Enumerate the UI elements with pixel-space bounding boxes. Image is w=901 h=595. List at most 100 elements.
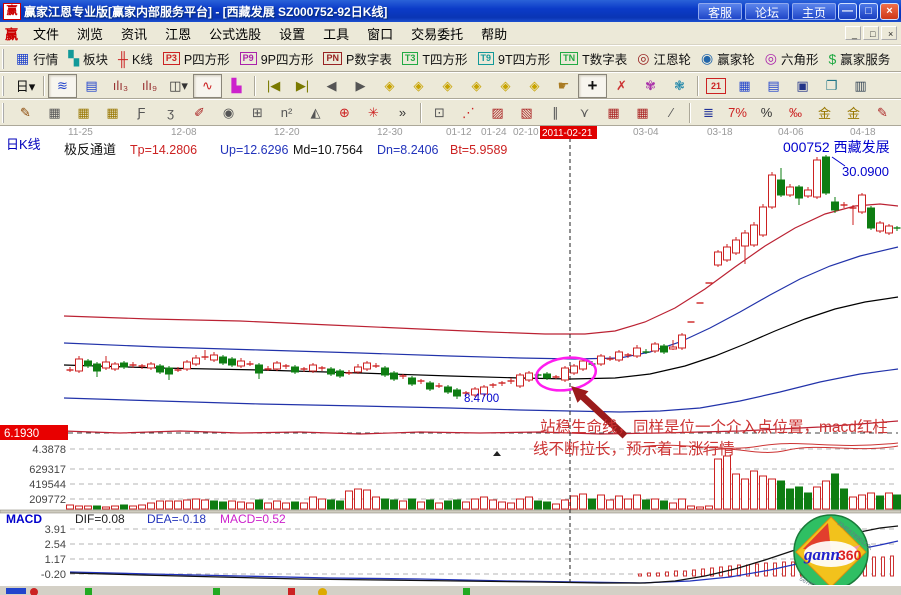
menu-item-工具[interactable]: 工具	[314, 22, 358, 45]
calculator-icon[interactable]: ▦	[730, 74, 759, 98]
next-bar-button[interactable]: ▶	[346, 74, 375, 98]
menu-item-设置[interactable]: 设置	[270, 22, 314, 45]
prev-bar-button[interactable]: ◀	[317, 74, 346, 98]
candle-body	[112, 364, 119, 369]
petal-tool[interactable]: ❃	[665, 74, 694, 98]
fibonacci-grid-tool[interactable]: Ƒ	[127, 101, 156, 125]
menu-item-窗口[interactable]: 窗口	[358, 22, 402, 45]
hatch-box-tool[interactable]: ▨	[483, 101, 512, 125]
minimize-button[interactable]: —	[838, 3, 857, 20]
delete-drawing-tool[interactable]: ✗	[607, 74, 636, 98]
gold-grid-tool[interactable]: ▦	[69, 101, 98, 125]
mdi-close-button[interactable]: ×	[881, 26, 897, 40]
zoom-in-button[interactable]: ◈	[462, 74, 491, 98]
box-select-tool[interactable]: ⊡	[425, 101, 454, 125]
star-rays-tool[interactable]: ✳	[359, 101, 388, 125]
quotes-button[interactable]: ▦行情	[11, 47, 63, 70]
menu-item-浏览[interactable]: 浏览	[68, 22, 112, 45]
gann-flower-tool[interactable]: ✾	[636, 74, 665, 98]
first-page-button[interactable]: |◀	[259, 74, 288, 98]
hexagon-button[interactable]: ◎六角形	[760, 47, 824, 70]
zoom-out-button[interactable]: ◈	[433, 74, 462, 98]
angle-mirror-tool[interactable]: ◭	[301, 101, 330, 125]
gann-wheel-button[interactable]: ◎江恩轮	[632, 47, 696, 70]
mdi-minimize-button[interactable]: _	[845, 26, 861, 40]
sectors-button[interactable]: ▚板块	[63, 47, 113, 70]
calendar-icon[interactable]: 21	[706, 78, 726, 94]
slant-lines-tool[interactable]: ∕	[657, 101, 686, 125]
period-day-dropdown[interactable]: 日▾	[11, 74, 40, 98]
marker-pen-tool[interactable]: ✎	[868, 101, 897, 125]
menu-item-文件[interactable]: 文件	[24, 22, 68, 45]
chart-area[interactable]: MACDDIF=0.08DEA=-0.18MACD=0.523.912.541.…	[0, 126, 901, 585]
color-chart-button[interactable]: ▙	[222, 74, 251, 98]
menu-item-交易委托[interactable]: 交易委托	[402, 22, 472, 45]
kline-button[interactable]: ╫K线	[113, 47, 158, 70]
brush-tool[interactable]: ✐	[185, 101, 214, 125]
crosshair-tool[interactable]: +	[578, 74, 607, 98]
crosshair-circle-tool[interactable]: ⊕	[330, 101, 359, 125]
n-square-tool[interactable]: n²	[272, 101, 301, 125]
p-square-button[interactable]: P3P四方形	[158, 47, 235, 70]
percent-tool[interactable]: %	[752, 101, 781, 125]
mdi-restore-button[interactable]: □	[863, 26, 879, 40]
spiral-tool[interactable]: ʒ	[156, 101, 185, 125]
gold-circle-tool[interactable]: 金	[810, 101, 839, 125]
seven-percent-tool[interactable]: 7%	[723, 101, 752, 125]
pan-left-button[interactable]: ◈	[375, 74, 404, 98]
winner-wheel-button[interactable]: ◉赢家轮	[696, 47, 760, 70]
last-page-button[interactable]: ▶|	[288, 74, 317, 98]
menu-item-江恩[interactable]: 江恩	[156, 22, 200, 45]
p9-square-button[interactable]: P99P四方形	[235, 47, 319, 70]
menu-item-帮助[interactable]: 帮助	[472, 22, 516, 45]
toolbar-grip[interactable]	[2, 49, 7, 69]
menu-item-资讯[interactable]: 资讯	[112, 22, 156, 45]
customer-service-button[interactable]: 客服	[698, 3, 742, 20]
square-grid-tool[interactable]: ⊞	[243, 101, 272, 125]
red-grid-tool[interactable]: ▦	[599, 101, 628, 125]
permille-tool[interactable]: ‰	[781, 101, 810, 125]
fan-lines-tool[interactable]: ⋰	[454, 101, 483, 125]
kline-chart-canvas[interactable]: MACDDIF=0.08DEA=-0.18MACD=0.523.912.541.…	[0, 126, 901, 585]
red-wave-toggle[interactable]: ∿	[193, 74, 222, 98]
expand-button[interactable]: ◈	[520, 74, 549, 98]
export-icon[interactable]: ❐	[817, 74, 846, 98]
t-square-button[interactable]: T3T四方形	[397, 47, 473, 70]
pattern3-button[interactable]: ılı₃	[106, 74, 135, 98]
close-button[interactable]: ×	[880, 3, 899, 20]
toolbar-tools: 日▾≋▤ılı₃ılı₉◫▾∿▙|◀▶|◀▶◈◈◈◈◈◈☛+✗✾❃21▦▤▣❐▥	[0, 72, 901, 99]
pan-right-button[interactable]: ◈	[404, 74, 433, 98]
volume-bar	[184, 500, 191, 509]
gann-grid-tool[interactable]: ▦	[40, 101, 69, 125]
forum-button[interactable]: 论坛	[745, 3, 789, 20]
wave-overlay-toggle[interactable]: ≋	[48, 74, 77, 98]
save-icon[interactable]: ▣	[788, 74, 817, 98]
toolbar-grip[interactable]	[2, 76, 7, 96]
circle-cycle-tool[interactable]: ◉	[214, 101, 243, 125]
hand-tool[interactable]: ☛	[549, 74, 578, 98]
pattern9-button[interactable]: ılı₉	[135, 74, 164, 98]
bars-compare-tool[interactable]: ≣	[694, 101, 723, 125]
maximize-button[interactable]: □	[859, 3, 878, 20]
more-tools-button[interactable]: »	[388, 101, 417, 125]
notepad-icon[interactable]: ▤	[759, 74, 788, 98]
parallel-lines-tool[interactable]: ∥	[541, 101, 570, 125]
system-icon[interactable]: ▥	[846, 74, 875, 98]
t-number-table-button[interactable]: TNT数字表	[555, 47, 632, 70]
gold-lines-tool[interactable]: 金	[839, 101, 868, 125]
draw-pen-tool[interactable]: ✎	[11, 101, 40, 125]
candle-style-dropdown[interactable]: ◫▾	[164, 74, 193, 98]
homepage-button[interactable]: 主页	[792, 3, 836, 20]
zigzag-tool[interactable]: ⋎	[570, 101, 599, 125]
gold-grid2-tool[interactable]: ▦	[98, 101, 127, 125]
menu-item-公式选股[interactable]: 公式选股	[200, 22, 270, 45]
a-pattern-tool[interactable]: A	[897, 101, 901, 125]
red-grid2-tool[interactable]: ▦	[628, 101, 657, 125]
toolbar-grip[interactable]	[2, 103, 7, 123]
compress-button[interactable]: ◈	[491, 74, 520, 98]
diag-box-tool[interactable]: ▧	[512, 101, 541, 125]
p-number-table-button[interactable]: PNP数字表	[318, 47, 396, 70]
t9-square-button[interactable]: T99T四方形	[473, 47, 556, 70]
winner-service-button[interactable]: $赢家服务	[823, 47, 895, 70]
info-panel-toggle[interactable]: ▤	[77, 74, 106, 98]
